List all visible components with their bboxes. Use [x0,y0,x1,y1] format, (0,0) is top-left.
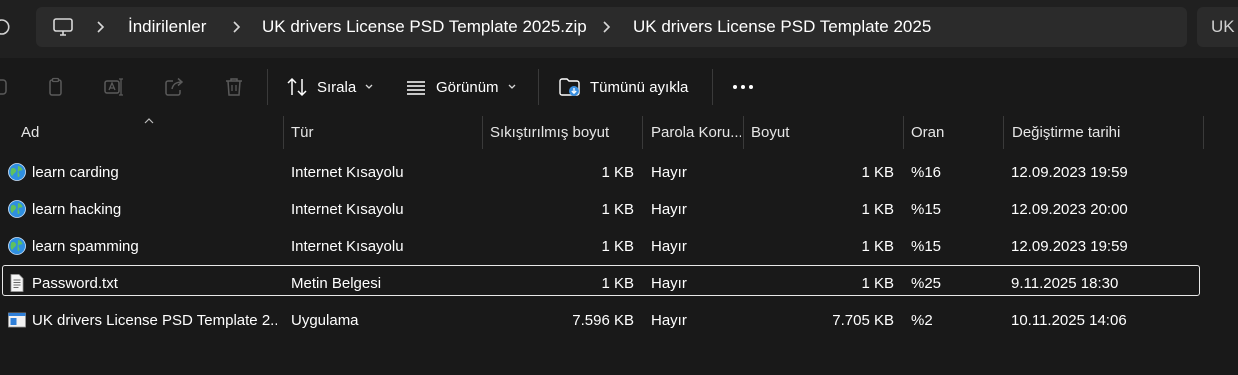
column-header-size[interactable]: Boyut [751,116,899,149]
command-bar: Sırala Görünüm Tümünü ayıkla [0,58,1238,116]
chevron-right-icon [603,21,611,33]
date-modified-cell: 12.09.2023 19:59 [1011,238,1128,255]
date-modified-cell: 12.09.2023 20:00 [1011,201,1128,218]
password-protected-cell: Hayır [651,238,687,255]
size-cell: 1 KB [861,201,894,218]
this-pc-icon[interactable] [52,16,74,38]
file-name-cell: UK drivers License PSD Template 2... [32,312,277,329]
delete-icon[interactable] [223,76,245,98]
address-bar: İndirilenler UK drivers License PSD Temp… [0,0,1238,58]
text-document-icon [10,274,24,292]
size-cell: 1 KB [861,238,894,255]
compressed-size-cell: 1 KB [601,164,634,181]
file-name-cell: learn spamming [32,238,139,255]
compressed-size-cell: 1 KB [601,275,634,292]
ratio-cell: %2 [911,312,933,329]
share-icon[interactable] [163,76,185,98]
chevron-right-icon [233,21,241,33]
chevron-down-icon [508,84,515,89]
cut-icon[interactable] [0,76,10,98]
extract-all-button[interactable]: Tümünü ayıkla [558,71,688,103]
compressed-size-cell: 1 KB [601,201,634,218]
column-header-type[interactable]: Tür [291,116,479,149]
breadcrumb[interactable]: İndirilenler UK drivers License PSD Temp… [36,7,1187,47]
date-modified-cell: 10.11.2025 14:06 [1011,312,1127,329]
column-divider[interactable] [903,116,904,149]
application-icon [8,312,26,328]
rename-icon[interactable] [103,76,125,98]
column-header-password-protected[interactable]: Parola Koru... [651,116,741,149]
date-modified-cell: 9.11.2025 18:30 [1011,275,1119,292]
compressed-size-cell: 7.596 KB [572,312,634,329]
more-options-icon[interactable] [731,81,755,93]
toolbar-divider [712,69,713,105]
breadcrumb-item-zip[interactable]: UK drivers License PSD Template 2025.zip [262,17,587,37]
file-row[interactable]: Password.txt Metin Belgesi 1 KB Hayır 1 KB %2… [0,265,1238,302]
size-cell: 7.705 KB [832,312,894,329]
file-row[interactable]: UK drivers License PSD Template 2... Uygu… [0,302,1238,339]
sort-button[interactable]: Sırala [286,71,374,103]
file-type-cell: Internet Kısayolu [291,238,404,255]
compressed-size-cell: 1 KB [601,238,634,255]
column-divider[interactable] [743,116,744,149]
column-divider[interactable] [283,116,284,149]
view-button[interactable]: Görünüm [405,71,517,103]
refresh-icon[interactable] [0,17,10,37]
date-modified-cell: 12.09.2023 19:59 [1011,164,1128,181]
chevron-right-icon [97,21,105,33]
file-name-cell: learn hacking [32,201,122,218]
file-type-cell: Metin Belgesi [291,275,382,292]
ratio-cell: %15 [911,201,942,218]
column-divider[interactable] [482,116,483,149]
ratio-cell: %16 [911,164,942,181]
file-type-cell: Internet Kısayolu [291,164,404,181]
search-input[interactable]: UK [1197,7,1238,47]
ratio-cell: %15 [911,238,942,255]
file-row[interactable]: learn hacking Internet Kısayolu 1 KB Hayır 1… [0,191,1238,228]
column-header-name[interactable]: Ad [21,116,279,149]
sort-button-label: Sırala [317,78,357,96]
password-protected-cell: Hayır [651,312,687,329]
file-type-cell: Internet Kısayolu [291,201,404,218]
column-header-date-modified[interactable]: Değiştirme tarihi [1012,116,1198,149]
search-input-text: UK [1211,17,1235,36]
internet-shortcut-icon [8,163,26,181]
file-row[interactable]: learn carding Internet Kısayolu 1 KB Hayır 1… [0,154,1238,191]
column-divider[interactable] [1003,116,1004,149]
column-header-ratio[interactable]: Oran [911,116,997,149]
toolbar-divider [267,69,268,105]
file-name-cell: Password.txt [32,275,118,292]
password-protected-cell: Hayır [651,201,687,218]
file-name-cell: learn carding [32,164,119,181]
view-list-icon [407,81,425,95]
copy-icon[interactable] [44,76,66,98]
extract-folder-icon [559,78,580,96]
size-cell: 1 KB [861,275,894,292]
extract-all-button-label: Tümünü ayıkla [590,78,689,96]
size-cell: 1 KB [861,164,894,181]
chevron-down-icon [365,84,373,89]
file-row[interactable]: learn spamming Internet Kısayolu 1 KB Hayır… [0,228,1238,265]
column-divider[interactable] [642,116,643,149]
column-divider[interactable] [1203,116,1204,149]
password-protected-cell: Hayır [651,275,687,292]
ratio-cell: %25 [911,275,942,292]
file-type-cell: Uygulama [291,312,359,329]
internet-shortcut-icon [8,237,26,255]
toolbar-divider [538,69,539,105]
sort-icon [287,77,307,97]
breadcrumb-item-folder[interactable]: UK drivers License PSD Template 2025 [633,17,931,37]
internet-shortcut-icon [8,200,26,218]
view-button-label: Görünüm [436,78,499,96]
column-header: Ad Tür Sıkıştırılmış boyut Parola Koru..… [0,116,1238,150]
password-protected-cell: Hayır [651,164,687,181]
column-header-compressed-size[interactable]: Sıkıştırılmış boyut [490,116,638,149]
breadcrumb-item-downloads[interactable]: İndirilenler [128,17,206,37]
